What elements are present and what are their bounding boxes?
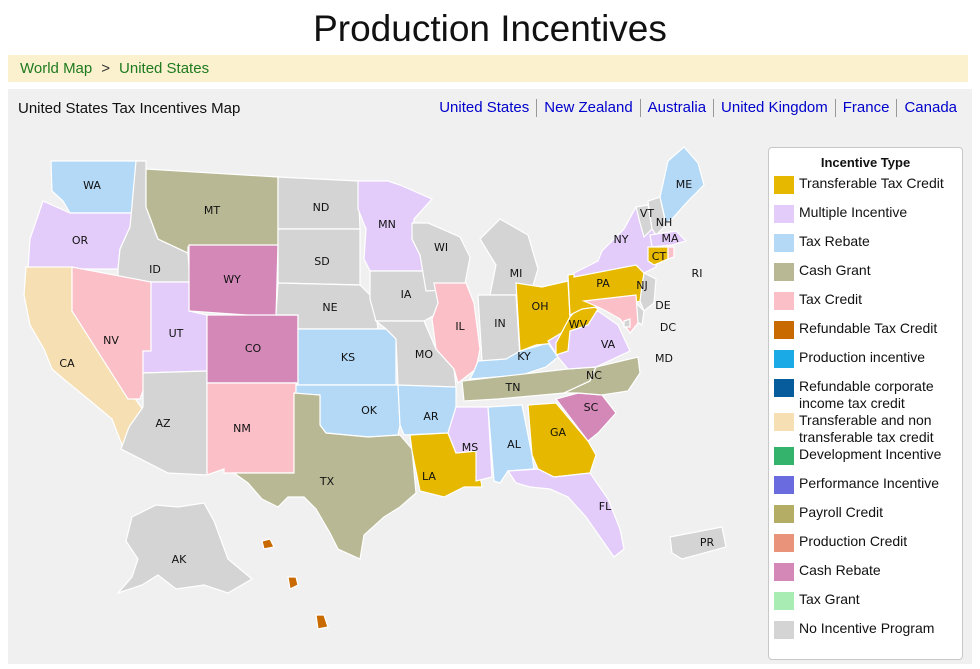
legend-swatch [774, 534, 794, 552]
legend-swatch [774, 621, 794, 639]
legend-swatch [774, 321, 794, 339]
legend-item: Performance Incentive [769, 475, 962, 504]
legend-item: Production incentive [769, 349, 962, 378]
legend-label: Production Credit [799, 533, 908, 549]
breadcrumb-world-map-link[interactable]: World Map [20, 60, 92, 77]
state-wa[interactable] [50, 160, 137, 214]
state-me[interactable] [659, 146, 705, 224]
legend-label: Multiple Incentive [799, 204, 908, 220]
map-panel: United States Tax Incentives Map United … [8, 89, 972, 664]
state-label-md: MD [655, 352, 673, 365]
legend-item: Refundable Tax Credit [769, 320, 962, 349]
breadcrumb-separator: > [101, 60, 111, 77]
legend-label: Cash Rebate [799, 562, 881, 578]
state-dc[interactable] [623, 318, 631, 328]
legend-item: Development Incentive [769, 446, 962, 475]
legend-item: Tax Grant [769, 591, 962, 620]
state-mt[interactable] [145, 168, 279, 254]
legend-swatch [774, 205, 794, 223]
legend-item: Tax Credit [769, 291, 962, 320]
legend-swatch [774, 592, 794, 610]
state-co[interactable] [206, 314, 299, 384]
state-wy[interactable] [188, 244, 279, 318]
breadcrumb-united-states-link[interactable]: United States [119, 60, 209, 77]
country-link-canada[interactable]: Canada [896, 99, 964, 117]
page-title: Production Incentives [313, 8, 667, 49]
legend-title: Incentive Type [820, 155, 911, 170]
legend-label: Tax Grant [799, 591, 860, 607]
legend-swatch [774, 292, 794, 310]
state-fl[interactable] [506, 468, 625, 558]
breadcrumb: World Map > United States [8, 55, 968, 82]
legend-swatch [774, 563, 794, 581]
legend-swatch [774, 234, 794, 252]
state-mi[interactable] [479, 218, 539, 296]
legend-item: Tax Rebate [769, 233, 962, 262]
legend-label: Performance Incentive [799, 475, 940, 491]
legend-item: Multiple Incentive [769, 204, 962, 233]
legend-swatch [774, 447, 794, 465]
legend-label: Transferable and non transferable tax cr… [799, 412, 934, 445]
state-label-ri: RI [692, 267, 703, 280]
legend-swatch [774, 505, 794, 523]
legend-label: Tax Credit [799, 291, 863, 307]
state-hi[interactable] [261, 538, 329, 630]
legend-label: Payroll Credit [799, 504, 884, 520]
legend-item: Cash Rebate [769, 562, 962, 591]
legend-label: Cash Grant [799, 262, 871, 278]
state-nd[interactable] [277, 176, 361, 230]
legend-label: Production incentive [799, 349, 926, 365]
legend-label: Refundable corporate income tax credit [799, 378, 934, 411]
legend-item: Cash Grant [769, 262, 962, 291]
legend-label: Development Incentive [799, 446, 942, 462]
legend-swatch [774, 413, 794, 431]
legend-item: No Incentive Program [769, 620, 962, 649]
state-nm[interactable] [206, 382, 297, 476]
legend-swatch [774, 263, 794, 281]
state-ks[interactable] [297, 328, 397, 386]
state-sd[interactable] [277, 228, 361, 286]
legend-label: Tax Rebate [799, 233, 870, 249]
state-label-dc: DC [660, 321, 676, 334]
legend-swatch [774, 350, 794, 368]
legend: Incentive Type Transferable Tax Credit Mu… [768, 147, 963, 660]
legend-item: Refundable corporate income tax credit [769, 378, 962, 412]
state-ct[interactable] [647, 246, 669, 266]
us-map: WAORCAIDNVMTWYUTAZCONMNDSDNEKSOKTXMNIAMO… [23, 146, 727, 630]
legend-item: Production Credit [769, 533, 962, 562]
state-pr[interactable] [669, 526, 727, 560]
state-ak[interactable] [116, 502, 254, 595]
legend-item: Transferable Tax Credit [769, 175, 962, 204]
legend-item: Transferable and non transferable tax cr… [769, 412, 962, 446]
legend-swatch [774, 176, 794, 194]
state-ar[interactable] [397, 384, 457, 436]
country-link-france[interactable]: France [834, 99, 897, 117]
legend-label: No Incentive Program [799, 620, 935, 636]
state-label-de: DE [655, 299, 670, 312]
legend-label: Transferable Tax Credit [799, 175, 944, 191]
legend-swatch [774, 379, 794, 397]
legend-item: Payroll Credit [769, 504, 962, 533]
legend-label: Refundable Tax Credit [799, 320, 938, 336]
legend-swatch [774, 476, 794, 494]
state-ri[interactable] [667, 246, 675, 260]
